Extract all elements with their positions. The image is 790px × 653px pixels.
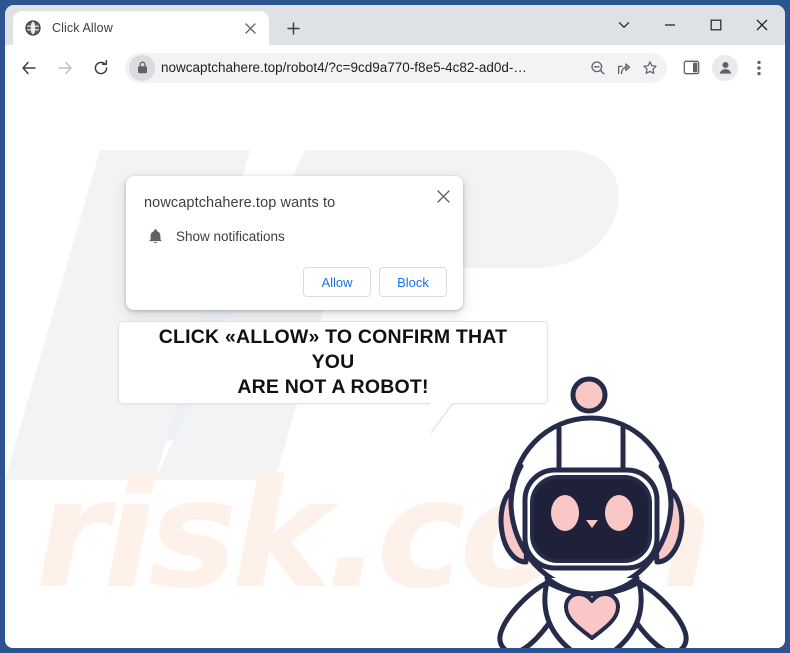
dialog-actions: Allow Block: [303, 267, 447, 297]
forward-button[interactable]: [50, 53, 80, 83]
browser-tab[interactable]: Click Allow: [13, 11, 269, 45]
page-viewport: risk.com CLICK «ALLOW» TO CONFIRM THAT Y…: [5, 90, 785, 648]
notification-permission-dialog: nowcaptchahere.top wants to Show notific…: [126, 176, 463, 310]
browser-window: Click Allow nowcaptchahere.top/robot4/?c…: [5, 5, 785, 648]
speech-bubble: CLICK «ALLOW» TO CONFIRM THAT YOU ARE NO…: [118, 321, 548, 404]
robot-mascot: [485, 370, 705, 648]
permission-row: Show notifications: [144, 225, 285, 247]
minimize-button[interactable]: [647, 5, 693, 45]
tab-strip: Click Allow: [5, 5, 785, 45]
omnibox-actions: [585, 55, 663, 81]
side-panel-icon[interactable]: [676, 53, 706, 83]
bookmark-star-icon[interactable]: [637, 55, 663, 81]
reload-button[interactable]: [86, 53, 116, 83]
speech-bubble-text: CLICK «ALLOW» TO CONFIRM THAT YOU ARE NO…: [119, 325, 547, 400]
window-controls: [601, 5, 785, 45]
block-button[interactable]: Block: [379, 267, 447, 297]
tab-close-icon[interactable]: [241, 19, 259, 37]
three-dot-menu-icon[interactable]: [744, 53, 774, 83]
maximize-button[interactable]: [693, 5, 739, 45]
globe-icon: [25, 20, 41, 36]
tab-title: Click Allow: [52, 21, 113, 35]
zoom-out-icon[interactable]: [585, 55, 611, 81]
browser-toolbar: nowcaptchahere.top/robot4/?c=9cd9a770-f8…: [5, 45, 785, 90]
new-tab-button[interactable]: [279, 14, 307, 42]
address-bar[interactable]: nowcaptchahere.top/robot4/?c=9cd9a770-f8…: [125, 52, 667, 83]
speech-bubble-line-2: ARE NOT A ROBOT!: [237, 375, 429, 398]
allow-button[interactable]: Allow: [303, 267, 371, 297]
profile-avatar-icon[interactable]: [712, 54, 738, 81]
dialog-title: nowcaptchahere.top wants to: [144, 195, 336, 211]
browser-window-frame: Click Allow nowcaptchahere.top/robot4/?c…: [0, 0, 790, 653]
share-icon[interactable]: [611, 55, 637, 81]
speech-bubble-tail: [430, 403, 452, 433]
permission-label: Show notifications: [176, 228, 285, 244]
tab-search-button[interactable]: [601, 5, 647, 45]
speech-bubble-line-1: CLICK «ALLOW» TO CONFIRM THAT YOU: [158, 326, 508, 374]
bell-icon: [144, 225, 166, 247]
back-button[interactable]: [14, 53, 44, 83]
close-button[interactable]: [739, 5, 785, 45]
dialog-close-icon[interactable]: [430, 183, 456, 209]
url-text: nowcaptchahere.top/robot4/?c=9cd9a770-f8…: [161, 60, 527, 75]
lock-icon[interactable]: [129, 54, 155, 81]
